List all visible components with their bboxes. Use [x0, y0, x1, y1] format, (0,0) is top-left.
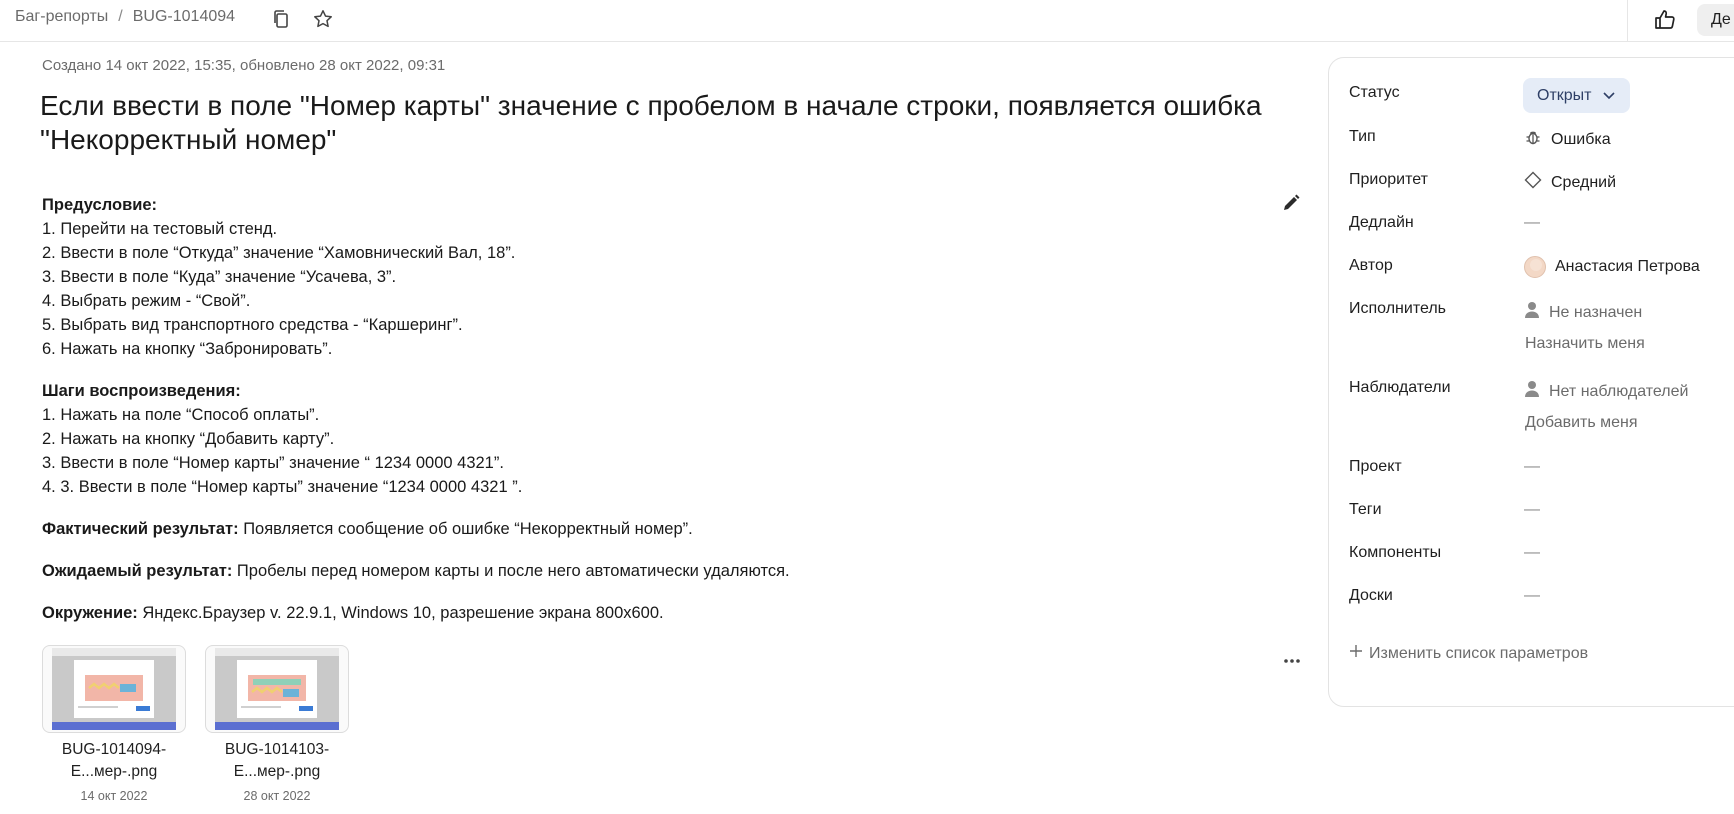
actual-result-label: Фактический результат: — [42, 520, 239, 538]
components-value[interactable]: — — [1524, 544, 1540, 562]
precondition-item: 5. Выбрать вид транспортного средства - … — [42, 316, 463, 334]
environment-label: Окружение: — [42, 604, 138, 622]
breadcrumb-parent-link[interactable]: Баг-репорты — [15, 8, 108, 26]
watchers-label: Наблюдатели — [1349, 379, 1451, 396]
type-value[interactable]: Ошибка — [1524, 128, 1611, 151]
deadline-value[interactable]: — — [1524, 214, 1540, 232]
precondition-item: 1. Перейти на тестовый стенд. — [42, 220, 278, 238]
components-label: Компоненты — [1349, 544, 1442, 561]
priority-text: Средний — [1551, 173, 1617, 191]
step-item: 1. Нажать на поле “Способ оплаты”. — [42, 406, 320, 424]
preconditions-heading: Предусловие: — [42, 196, 158, 214]
watchers-text: Нет наблюдателей — [1549, 382, 1689, 400]
precondition-item: 2. Ввести в поле “Откуда” значение “Хамо… — [42, 244, 516, 262]
type-label: Тип — [1349, 128, 1376, 145]
change-params-button[interactable]: Изменить список параметров — [1349, 644, 1588, 663]
step-item: 2. Нажать на кнопку “Добавить карту”. — [42, 430, 335, 448]
diamond-icon — [1524, 171, 1542, 194]
issue-title: Если ввести в поле "Номер карты" значени… — [40, 90, 1262, 155]
preconditions-section: Предусловие: 1. Перейти на тестовый стен… — [42, 193, 1242, 361]
attachment-name[interactable]: BUG-1014094- E...мер-.png — [62, 739, 166, 783]
project-value[interactable]: — — [1524, 458, 1540, 476]
environment-text: Яндекс.Браузер v. 22.9.1, Windows 10, ра… — [137, 604, 664, 622]
top-bar: Баг-репорты / BUG-1014094 Де — [0, 0, 1734, 42]
attachment-item[interactable]: BUG-1014094- E...мер-.png 14 окт 2022 — [42, 645, 186, 803]
bug-icon — [1524, 128, 1542, 151]
attachment-name-line: E...мер-.png — [70, 763, 158, 780]
attachment-date: 28 окт 2022 — [243, 789, 311, 803]
attachment-item[interactable]: BUG-1014103- E...мер-.png 28 окт 2022 — [205, 645, 349, 803]
thumbs-up-icon[interactable] — [1652, 7, 1678, 33]
pencil-icon[interactable] — [1281, 193, 1301, 213]
user-icon — [1524, 301, 1540, 324]
change-params-label: Изменить список параметров — [1369, 644, 1589, 662]
assignee-text: Не назначен — [1549, 303, 1643, 321]
status-dropdown[interactable]: Открыт — [1523, 78, 1630, 113]
attachment-name-line: BUG-1014094- — [61, 741, 167, 758]
actual-result-text: Появляется сообщение об ошибке “Некоррек… — [238, 520, 693, 538]
status-value: Открыт — [1537, 86, 1592, 104]
attachment-thumbnail[interactable] — [205, 645, 349, 733]
breadcrumb: Баг-репорты / BUG-1014094 — [15, 8, 235, 26]
attachment-name-line: E...мер-.png — [233, 763, 321, 780]
expected-result-text: Пробелы перед номером карты и после него… — [232, 562, 790, 580]
boards-value[interactable]: — — [1524, 587, 1540, 605]
toolbar-divider — [1627, 0, 1628, 42]
user-icon — [1524, 380, 1540, 403]
tags-value[interactable]: — — [1524, 501, 1540, 519]
assign-me-link[interactable]: Назначить меня — [1525, 335, 1645, 353]
author-name: Анастасия Петрова — [1555, 258, 1700, 275]
attachment-date: 14 окт 2022 — [80, 789, 148, 803]
assignee-value[interactable]: Не назначен — [1524, 301, 1642, 324]
steps-heading: Шаги воспроизведения: — [42, 382, 241, 400]
attachment-name-line: BUG-1014103- — [224, 741, 330, 758]
priority-value[interactable]: Средний — [1524, 171, 1616, 194]
status-label: Статус — [1349, 84, 1400, 101]
expected-result: Ожидаемый результат: Пробелы перед номер… — [42, 559, 1242, 583]
expected-result-label: Ожидаемый результат: — [42, 562, 233, 580]
attachments-list: BUG-1014094- E...мер-.png 14 окт 2022 BU… — [42, 645, 349, 803]
header-action-button[interactable]: Де — [1697, 4, 1734, 36]
project-label: Проект — [1349, 458, 1402, 475]
type-text: Ошибка — [1551, 130, 1611, 148]
precondition-item: 3. Ввести в поле “Куда” значение “Усачев… — [42, 268, 397, 286]
issue-description: Предусловие: 1. Перейти на тестовый стен… — [42, 193, 1242, 643]
breadcrumb-separator: / — [118, 8, 123, 25]
precondition-item: 4. Выбрать режим - “Свой”. — [42, 292, 251, 310]
steps-section: Шаги воспроизведения: 1. Нажать на поле … — [42, 379, 1242, 499]
actual-result: Фактический результат: Появляется сообще… — [42, 517, 1242, 541]
more-options-icon[interactable] — [1280, 654, 1304, 668]
plus-icon — [1349, 644, 1363, 663]
boards-label: Доски — [1349, 587, 1393, 604]
star-icon[interactable] — [312, 8, 334, 30]
step-item: 4. 3. Ввести в поле “Номер карты” значен… — [42, 478, 523, 496]
attachment-name[interactable]: BUG-1014103- E...мер-.png — [225, 739, 329, 783]
priority-label: Приоритет — [1349, 171, 1428, 188]
author-label: Автор — [1349, 257, 1393, 274]
attachment-thumbnail[interactable] — [42, 645, 186, 733]
deadline-label: Дедлайн — [1349, 214, 1414, 231]
watchers-value[interactable]: Нет наблюдателей — [1524, 380, 1688, 403]
precondition-item: 6. Нажать на кнопку “Забронировать”. — [42, 340, 333, 358]
breadcrumb-current: BUG-1014094 — [132, 8, 236, 25]
issue-details-panel: Статус Открыт Тип Ошибка Приоритет Средн… — [1328, 57, 1734, 707]
copy-icon[interactable] — [270, 8, 292, 30]
add-me-link[interactable]: Добавить меня — [1525, 414, 1638, 432]
tags-label: Теги — [1349, 501, 1382, 518]
environment: Окружение: Яндекс.Браузер v. 22.9.1, Win… — [42, 601, 1242, 625]
avatar — [1524, 256, 1546, 278]
author-value[interactable]: Анастасия Петрова — [1524, 256, 1700, 278]
assignee-label: Исполнитель — [1349, 300, 1447, 317]
step-item: 3. Ввести в поле “Номер карты” значение … — [42, 454, 504, 472]
issue-meta: Создано 14 окт 2022, 15:35, обновлено 28… — [42, 57, 446, 74]
chevron-down-icon — [1602, 87, 1616, 105]
